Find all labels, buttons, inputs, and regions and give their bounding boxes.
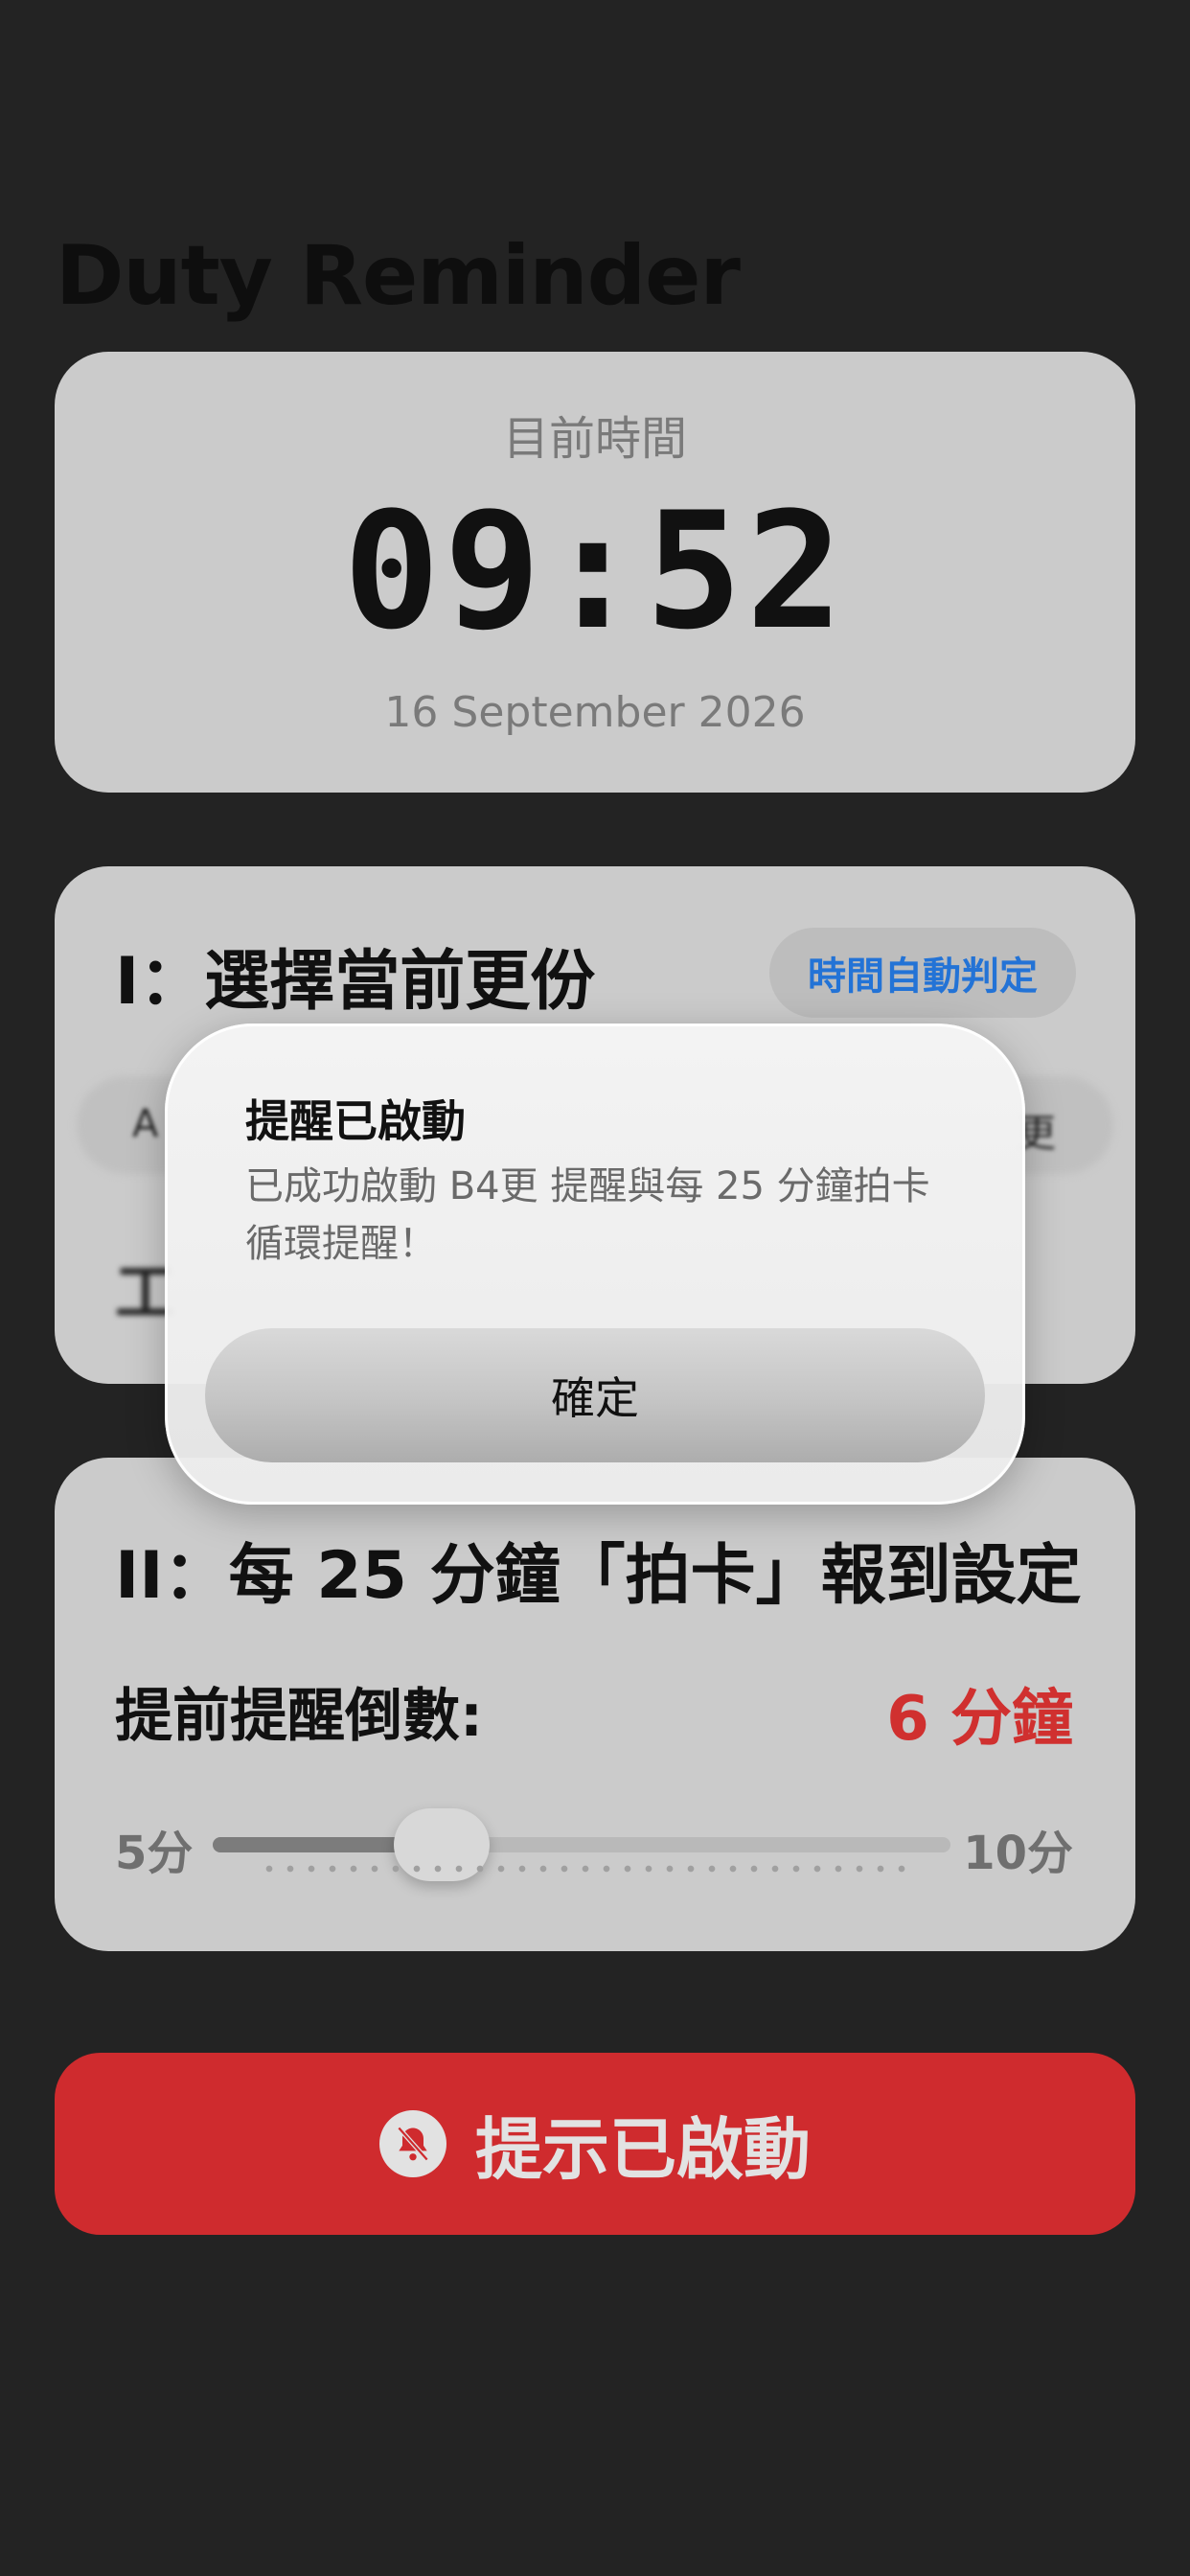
checkin-section-title: II：每 25 分鐘「拍卡」報到設定 [115,1538,1082,1614]
start-button-label: 提示已啟動 [475,2109,811,2189]
alert-message: 已成功啟動 B4更 提醒與每 25 分鐘拍卡循環提醒！ [245,1164,930,1266]
alert-title: 提醒已啟動 [245,1095,466,1147]
clock-time: 09:52 [343,477,847,665]
slider-min-label: 5分 [115,1827,194,1880]
app-title: Duty Reminder [56,228,741,324]
alert-confirm-button[interactable]: 確定 [205,1328,985,1462]
bell-slash-icon [379,2110,446,2177]
shift-section-title: I：選擇當前更份 [115,944,596,1020]
lead-time-slider[interactable] [213,1808,950,1881]
lead-time-value: 6 分鐘 [886,1684,1073,1755]
auto-detect-button[interactable]: 時間自動判定 [769,928,1076,1018]
clock-label: 目前時間 [502,412,687,466]
clock-date: 16 September 2026 [384,688,806,737]
slider-ticks [259,1865,910,1873]
start-reminder-button[interactable]: 提示已啟動 [55,2053,1135,2235]
lead-time-label: 提前提醒倒數: [115,1683,483,1750]
shift-segment-a[interactable]: A [132,1102,158,1146]
slider-max-label: 10分 [963,1827,1073,1880]
alert-dialog: 提醒已啟動 已成功啟動 B4更 提醒與每 25 分鐘拍卡循環提醒！ 確定 [165,1024,1025,1505]
